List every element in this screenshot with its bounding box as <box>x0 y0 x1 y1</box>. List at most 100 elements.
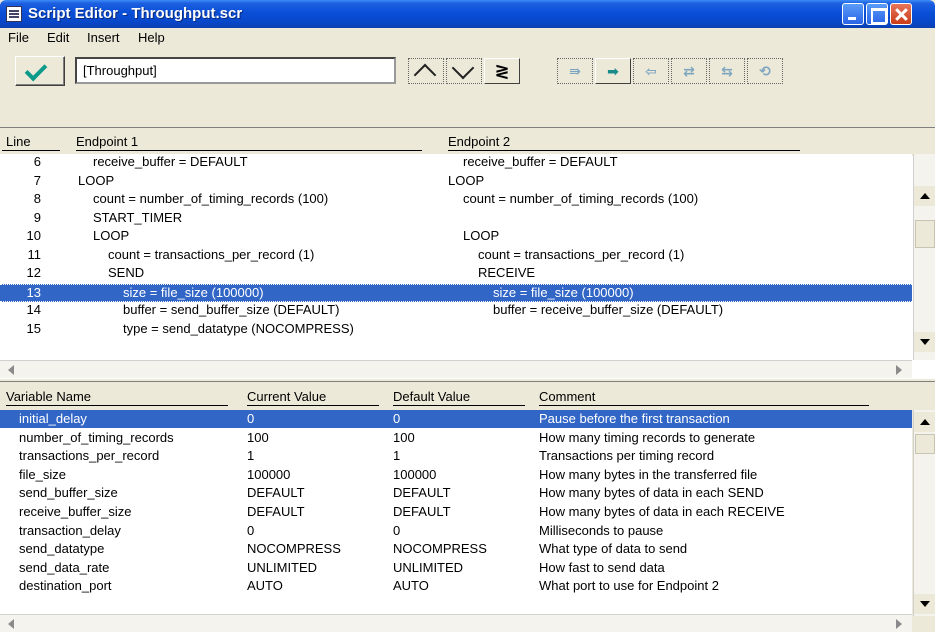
move-up-button[interactable] <box>408 58 444 84</box>
maximize-button[interactable] <box>866 3 888 25</box>
variables-table[interactable]: initial_delay 0 0 Pause before the first tr… <box>0 410 912 616</box>
script-line[interactable]: 13 size = file_size (100000) size = file_s… <box>0 283 912 302</box>
variable-row[interactable]: transaction_delay 0 0 Milliseconds to pause <box>0 522 912 540</box>
scroll-left-button[interactable] <box>2 361 22 379</box>
scroll-thumb[interactable] <box>915 220 935 248</box>
script-line[interactable]: 8 count = number_of_timing_records (100) c… <box>0 191 912 209</box>
endpoint1-statement[interactable]: receive_buffer = DEFAULT <box>93 154 248 169</box>
menu-help[interactable]: Help <box>138 30 165 45</box>
variable-row[interactable]: number_of_timing_records 100 100 How many t… <box>0 429 912 447</box>
script-lines[interactable]: 6 receive_buffer = DEFAULT receive_buffer … <box>0 154 912 360</box>
menu-bar: File Edit Insert Help <box>0 28 935 48</box>
endpoint1-statement[interactable]: count = transactions_per_record (1) <box>108 247 314 262</box>
scroll-thumb[interactable] <box>915 434 935 454</box>
endpoint-button-group: ⇛ ➡ ⇦ ⇄ ⇆ ⟲ <box>557 58 783 84</box>
script-line[interactable]: 9 START_TIMER <box>0 210 912 228</box>
current-value: 100000 <box>247 466 291 482</box>
script-vertical-scrollbar[interactable] <box>913 154 935 360</box>
insert-pair-icon[interactable]: ⇛ <box>557 58 593 84</box>
comment: What type of data to send <box>539 541 688 557</box>
move-down-button[interactable] <box>446 58 482 84</box>
endpoint1-statement[interactable]: buffer = send_buffer_size (DEFAULT) <box>123 302 339 317</box>
endpoint2-statement[interactable]: buffer = receive_buffer_size (DEFAULT) <box>493 302 723 317</box>
script-line[interactable]: 10 LOOP LOOP <box>0 228 912 246</box>
current-value: NOCOMPRESS <box>247 541 341 557</box>
menu-insert[interactable]: Insert <box>87 30 120 45</box>
scroll-right-button[interactable] <box>888 361 908 379</box>
scroll-up-button[interactable] <box>914 412 935 432</box>
check-button[interactable] <box>15 56 65 86</box>
bidirectional-arrow-icon[interactable]: ⇄ <box>671 58 707 84</box>
variables-horizontal-scrollbar[interactable] <box>0 614 912 632</box>
endpoint1-statement[interactable]: LOOP <box>93 228 129 243</box>
endpoint1-statement[interactable]: size = file_size (100000) <box>123 285 264 300</box>
scroll-up-button[interactable] <box>914 186 935 206</box>
scroll-right-button[interactable] <box>888 615 908 632</box>
endpoint1-statement[interactable]: SEND <box>108 265 144 280</box>
script-name-field[interactable]: [Throughput] <box>75 57 396 84</box>
swap-button[interactable]: ≷ <box>484 58 520 84</box>
variable-name-column-header[interactable]: Variable Name <box>6 389 91 404</box>
default-value-column-header[interactable]: Default Value <box>393 389 470 404</box>
header-rule <box>539 405 869 406</box>
variable-row[interactable]: transactions_per_record 1 1 Transactions pe… <box>0 447 912 465</box>
script-editor-window: Script Editor - Throughput.scr File Edit… <box>0 0 935 632</box>
header-rule <box>76 150 422 151</box>
minimize-button[interactable] <box>842 3 864 25</box>
default-value: NOCOMPRESS <box>393 541 487 557</box>
default-value: DEFAULT <box>393 504 451 519</box>
endpoint2-statement[interactable]: count = transactions_per_record (1) <box>478 247 684 262</box>
endpoint2-statement[interactable]: count = number_of_timing_records (100) <box>463 191 698 206</box>
header-rule <box>393 405 525 406</box>
current-value-column-header[interactable]: Current Value <box>247 389 326 404</box>
back-arrow-icon[interactable]: ⇦ <box>633 58 669 84</box>
script-line[interactable]: 15 type = send_datatype (NOCOMPRESS) <box>0 321 912 339</box>
loop-arrow-icon[interactable]: ⟲ <box>747 58 783 84</box>
menu-file[interactable]: File <box>8 30 29 45</box>
menu-edit[interactable]: Edit <box>47 30 69 45</box>
comment: Transactions per timing record <box>539 448 715 464</box>
endpoint2-statement[interactable]: receive_buffer = DEFAULT <box>463 154 618 169</box>
endpoint1-statement[interactable]: count = number_of_timing_records (100) <box>93 191 328 206</box>
variables-vertical-scrollbar[interactable] <box>913 410 935 616</box>
scroll-down-button[interactable] <box>914 332 935 352</box>
line-number: 9 <box>33 209 41 225</box>
forward-arrow-icon[interactable]: ➡ <box>595 58 631 84</box>
line-number: 13 <box>26 284 41 300</box>
variable-row[interactable]: send_buffer_size DEFAULT DEFAULT How many b… <box>0 484 912 502</box>
variable-row[interactable]: initial_delay 0 0 Pause before the first tr… <box>0 410 912 428</box>
scroll-down-button[interactable] <box>914 594 935 614</box>
script-line[interactable]: 6 receive_buffer = DEFAULT receive_buffer … <box>0 154 912 172</box>
default-value: 100000 <box>393 466 437 482</box>
endpoint2-statement[interactable]: size = file_size (100000) <box>493 285 634 300</box>
variable-row[interactable]: destination_port AUTO AUTO What port to use… <box>0 577 912 595</box>
return-arrow-icon[interactable]: ⇆ <box>709 58 745 84</box>
endpoint2-statement[interactable]: LOOP <box>463 228 499 243</box>
script-line[interactable]: 7 LOOP LOOP <box>0 173 912 191</box>
variable-row[interactable]: file_size 100000 100000 How many bytes in t… <box>0 466 912 484</box>
line-number: 12 <box>26 265 41 280</box>
endpoint2-statement[interactable]: RECEIVE <box>478 265 535 280</box>
title-bar[interactable]: Script Editor - Throughput.scr <box>0 0 935 28</box>
line-column-header: Line <box>6 134 31 149</box>
app-icon[interactable] <box>6 6 22 22</box>
script-line[interactable]: 14 buffer = send_buffer_size (DEFAULT) buf… <box>0 302 912 320</box>
endpoint1-statement[interactable]: LOOP <box>78 173 114 188</box>
script-line[interactable]: 12 SEND RECEIVE <box>0 265 912 283</box>
script-line[interactable]: 11 count = transactions_per_record (1) cou… <box>0 247 912 265</box>
endpoint1-statement[interactable]: type = send_datatype (NOCOMPRESS) <box>123 321 354 336</box>
variable-row[interactable]: send_data_rate UNLIMITED UNLIMITED How fast… <box>0 559 912 577</box>
toolbar: [Throughput] ≷ ⇛ ➡ ⇦ ⇄ ⇆ ⟲ <box>0 48 935 92</box>
comment: Milliseconds to pause <box>539 522 664 538</box>
close-button[interactable] <box>890 3 912 25</box>
pane-splitter[interactable] <box>0 378 935 382</box>
endpoint1-statement[interactable]: START_TIMER <box>93 210 182 225</box>
variable-row[interactable]: send_datatype NOCOMPRESS NOCOMPRESS What ty… <box>0 540 912 558</box>
current-value: DEFAULT <box>247 485 305 501</box>
endpoint2-statement[interactable]: LOOP <box>448 173 484 188</box>
script-horizontal-scrollbar[interactable] <box>0 360 912 378</box>
comment-column-header[interactable]: Comment <box>539 389 595 404</box>
line-number: 8 <box>33 191 41 206</box>
scroll-left-button[interactable] <box>2 615 22 632</box>
variable-row[interactable]: receive_buffer_size DEFAULT DEFAULT How man… <box>0 503 912 521</box>
